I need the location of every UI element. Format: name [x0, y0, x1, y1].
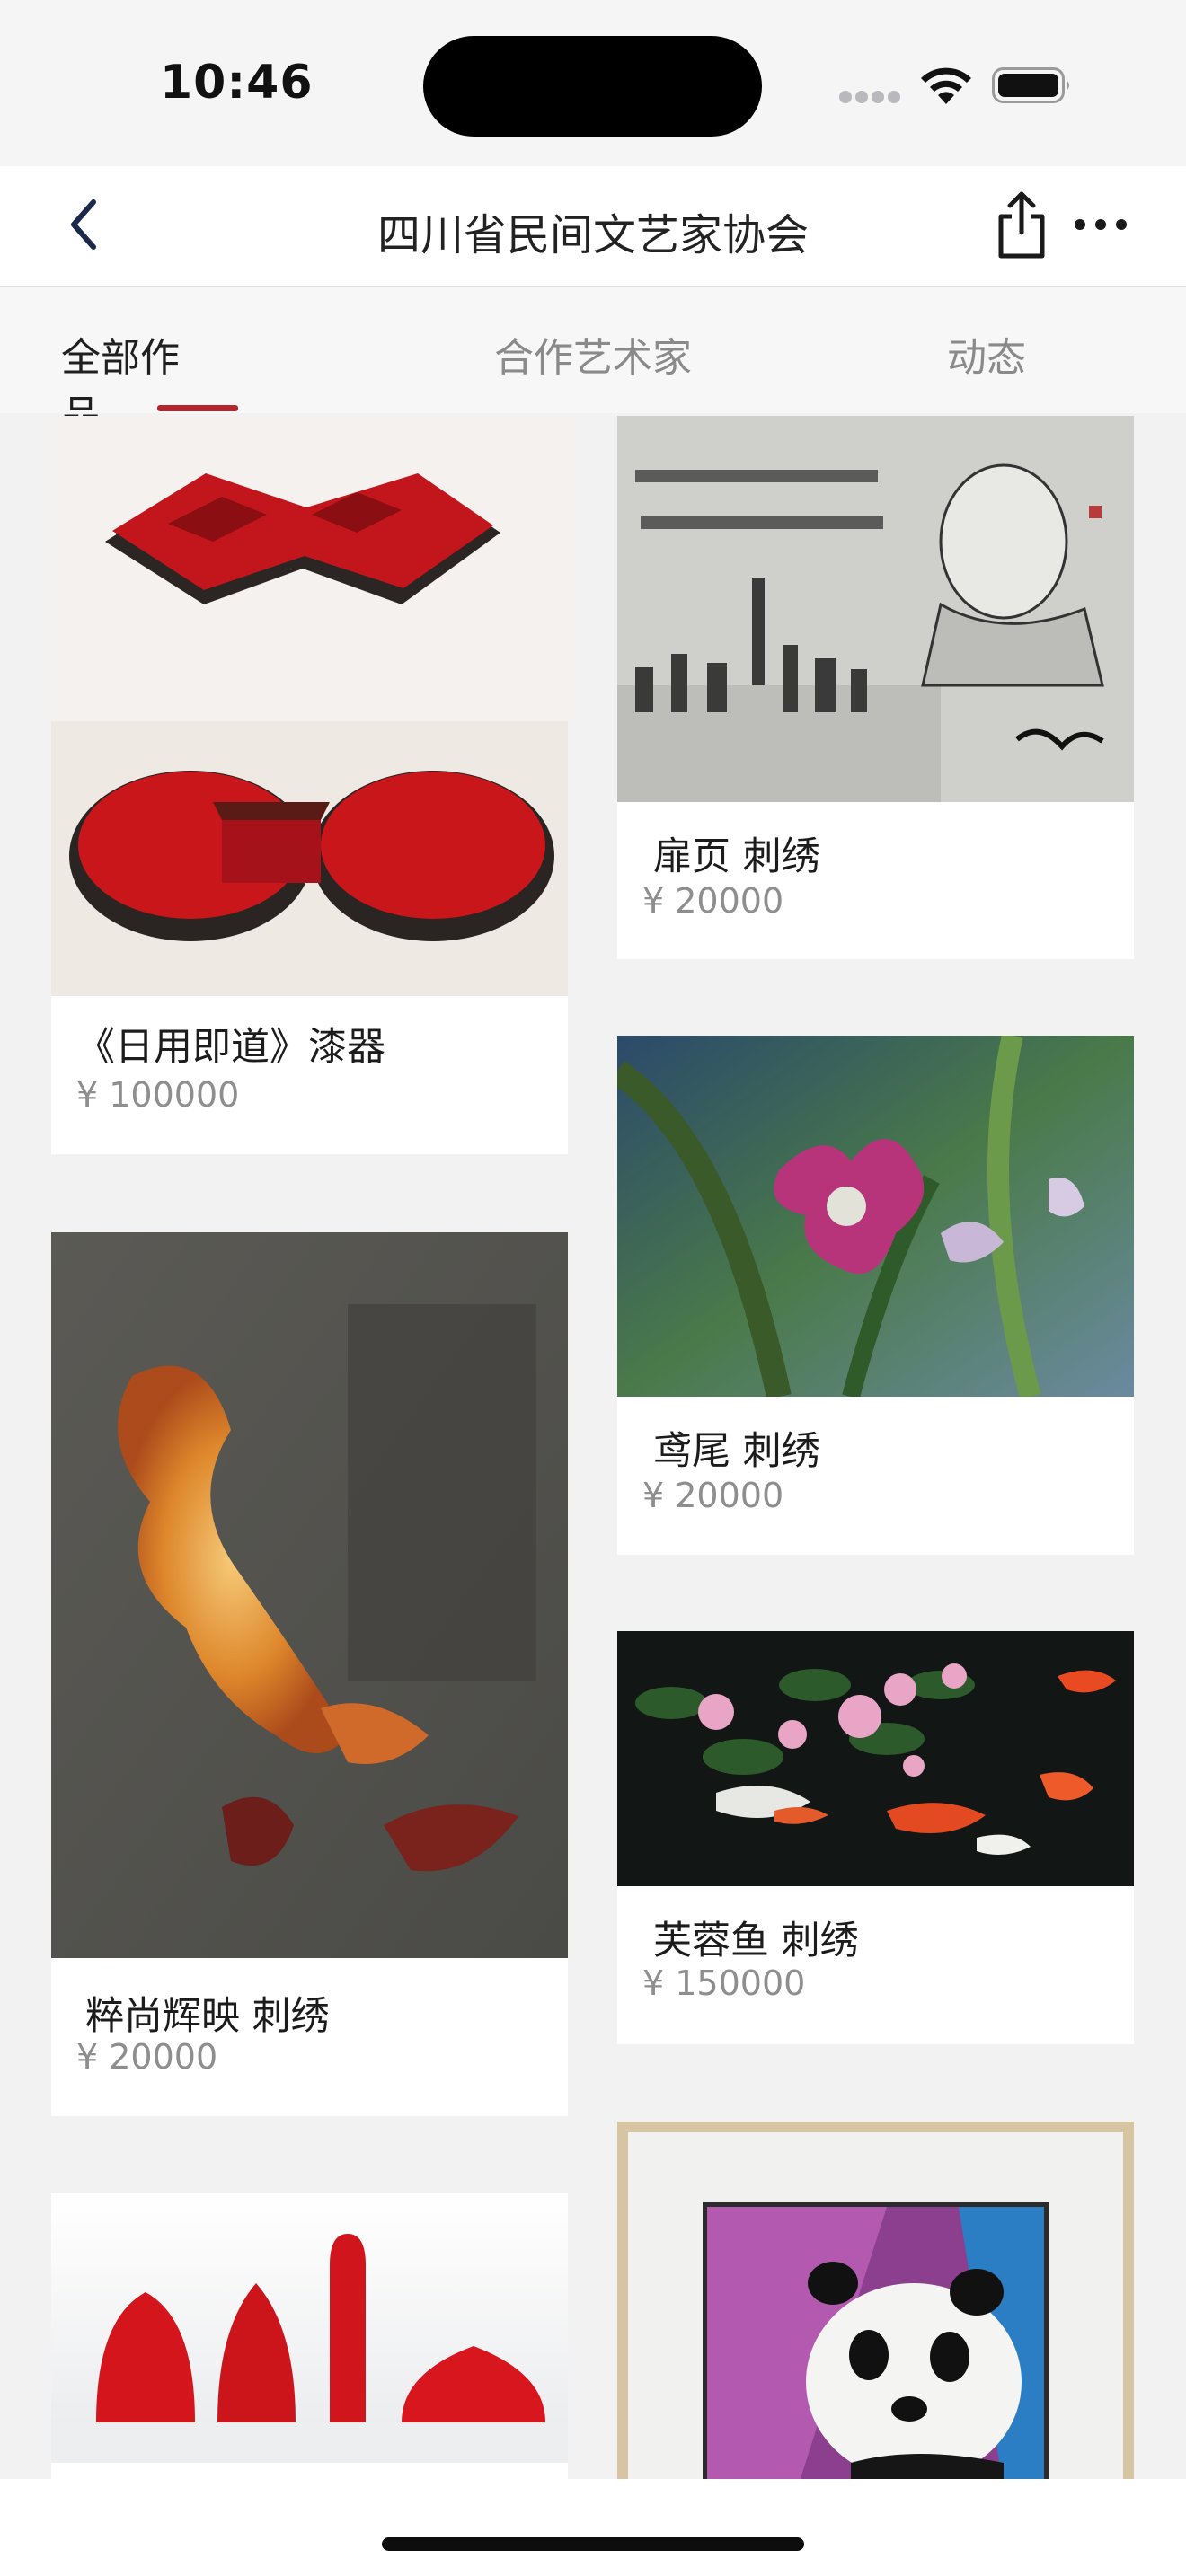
tab-bar: 全部作品 合作艺术家 动态: [0, 287, 1186, 438]
embroidery-phoenix-image: [51, 1232, 568, 1958]
lacquerware-image: [51, 416, 568, 996]
share-icon[interactable]: [992, 190, 1051, 261]
signal-icon: [839, 91, 900, 103]
work-title: 鸢尾 刺绣: [653, 1429, 820, 1474]
home-indicator-area: [0, 2479, 1186, 2576]
work-title: 粹尚辉映 刺绣: [85, 1994, 330, 2039]
work-card[interactable]: 鸢尾 刺绣 ¥ 20000: [617, 1036, 1134, 1555]
status-time: 10:46: [160, 56, 314, 110]
red-vases-image: [51, 2193, 568, 2463]
wifi-icon: [921, 67, 971, 104]
work-price: ¥ 20000: [642, 881, 784, 921]
work-title: 《日用即道》漆器: [76, 1025, 385, 1070]
work-price: ¥ 100000: [76, 1075, 240, 1115]
home-indicator[interactable]: [382, 2537, 804, 2551]
work-price: ¥ 150000: [642, 1963, 806, 2003]
work-card[interactable]: 粹尚辉映 刺绣 ¥ 20000: [51, 1232, 568, 2116]
hibiscus-fish-image: [617, 1631, 1134, 1886]
work-title: 扉页 刺绣: [653, 834, 820, 879]
work-card[interactable]: [51, 2193, 568, 2490]
work-title: 芙蓉鱼 刺绣: [653, 1919, 859, 1963]
work-card[interactable]: [617, 2122, 1134, 2490]
dynamic-island: [423, 36, 762, 137]
navigation-bar: 四川省民间文艺家协会: [0, 166, 1186, 287]
work-card[interactable]: 芙蓉鱼 刺绣 ¥ 150000: [617, 1631, 1134, 2044]
tab-partner-artists[interactable]: 合作艺术家: [458, 325, 728, 383]
title-page-embroidery-image: [617, 416, 1134, 802]
work-price: ¥ 20000: [76, 2037, 218, 2077]
tab-news[interactable]: 动态: [852, 325, 1121, 383]
work-card[interactable]: 《日用即道》漆器 ¥ 100000: [51, 416, 568, 1154]
iris-embroidery-image: [617, 1036, 1134, 1397]
work-price: ¥ 20000: [642, 1476, 784, 1515]
battery-icon: [992, 67, 1069, 103]
active-tab-indicator: [157, 405, 238, 411]
work-card[interactable]: 扉页 刺绣 ¥ 20000: [617, 416, 1134, 959]
status-bar: 10:46: [0, 0, 1186, 166]
panda-embroidery-image: [617, 2122, 1134, 2490]
more-icon[interactable]: [1069, 202, 1132, 247]
